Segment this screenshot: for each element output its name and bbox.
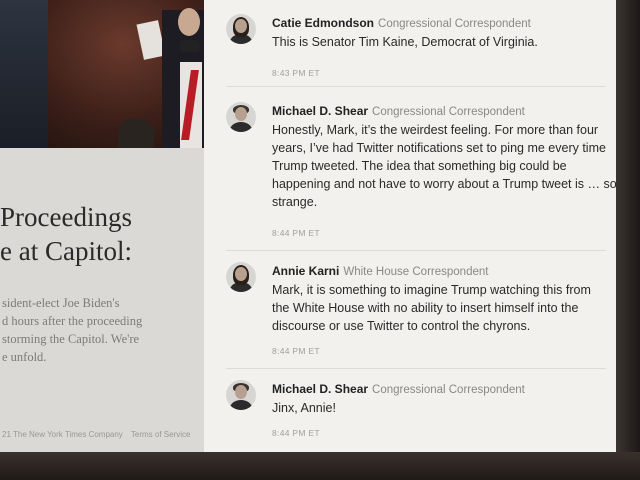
photo-figure-left [0, 0, 48, 148]
post-line: discourse or use Twitter to control the … [272, 319, 531, 333]
avatar-body [230, 400, 252, 410]
copyright-text: 21 The New York Times Company [2, 430, 123, 439]
photo-face [178, 8, 200, 36]
avatar[interactable] [226, 14, 256, 44]
terms-link[interactable]: Terms of Service [131, 430, 191, 439]
post-divider [226, 250, 606, 251]
post-text: Mark, it is something to imagine Trump w… [272, 281, 616, 335]
post-divider [226, 368, 606, 369]
post-divider [226, 86, 606, 87]
avatar[interactable] [226, 102, 256, 132]
post-byline: Catie Edmondson Congressional Corresponde… [272, 14, 531, 32]
avatar-face [235, 385, 247, 399]
monitor-bezel-bottom [0, 452, 640, 480]
post-text: This is Senator Tim Kaine, Democrat of V… [272, 33, 616, 51]
author-name[interactable]: Catie Edmondson [272, 16, 374, 30]
post-line: This is Senator Tim Kaine, Democrat of V… [272, 35, 538, 49]
author-name[interactable]: Michael D. Shear [272, 382, 368, 396]
post-line: Honestly, Mark, it’s the weirdest feelin… [272, 123, 599, 137]
post-line: years, I’ve had Twitter notifications se… [272, 141, 606, 155]
avatar-face [235, 19, 247, 33]
author-role: Congressional Correspondent [378, 18, 531, 30]
article-footer: 21 The New York Times Company Terms of S… [2, 430, 196, 439]
article-summary: sident-elect Joe Biden's d hours after t… [2, 294, 212, 366]
author-name[interactable]: Michael D. Shear [272, 104, 368, 118]
summary-line: e unfold. [2, 350, 47, 364]
post-line: Jinx, Annie! [272, 401, 336, 415]
post-text: Jinx, Annie! [272, 399, 616, 417]
summary-line: d hours after the proceeding [2, 314, 143, 328]
post-line: happening and not have to worry about a … [272, 177, 616, 191]
post-timestamp[interactable]: 8:44 PM ET [272, 228, 320, 238]
post-line: the White House with no ability to inser… [272, 301, 579, 315]
post-byline: Annie Karni White House Correspondent [272, 262, 488, 280]
photo-mask [180, 40, 200, 52]
photo-figure-bottom [118, 118, 154, 148]
live-feed: Catie Edmondson Congressional Corresponde… [204, 0, 616, 452]
avatar-face [235, 107, 247, 121]
avatar[interactable] [226, 262, 256, 292]
summary-line: storming the Capitol. We're [2, 332, 140, 346]
avatar-body [230, 122, 252, 132]
author-role: Congressional Correspondent [372, 384, 525, 396]
avatar-face [235, 267, 247, 281]
post-line: Trump tweeted. The idea that something b… [272, 159, 567, 173]
post-timestamp[interactable]: 8:44 PM ET [272, 346, 320, 356]
author-role: White House Correspondent [343, 266, 489, 278]
post-byline: Michael D. Shear Congressional Correspond… [272, 380, 525, 398]
author-role: Congressional Correspondent [372, 106, 525, 118]
summary-line: sident-elect Joe Biden's [2, 296, 120, 310]
author-name[interactable]: Annie Karni [272, 264, 339, 278]
browser-screen: Proceedings e at Capitol: sident-elect J… [0, 0, 616, 452]
article-photo [0, 0, 204, 148]
post-byline: Michael D. Shear Congressional Correspond… [272, 102, 525, 120]
post-timestamp[interactable]: 8:43 PM ET [272, 68, 320, 78]
avatar[interactable] [226, 380, 256, 410]
post-text: Honestly, Mark, it’s the weirdest feelin… [272, 121, 616, 211]
post-line: strange. [272, 195, 318, 209]
post-timestamp[interactable]: 8:44 PM ET [272, 428, 320, 438]
monitor-bezel-right [616, 0, 640, 480]
post-line: Mark, it is something to imagine Trump w… [272, 283, 591, 297]
article-card[interactable]: Proceedings e at Capitol: sident-elect J… [0, 148, 204, 452]
